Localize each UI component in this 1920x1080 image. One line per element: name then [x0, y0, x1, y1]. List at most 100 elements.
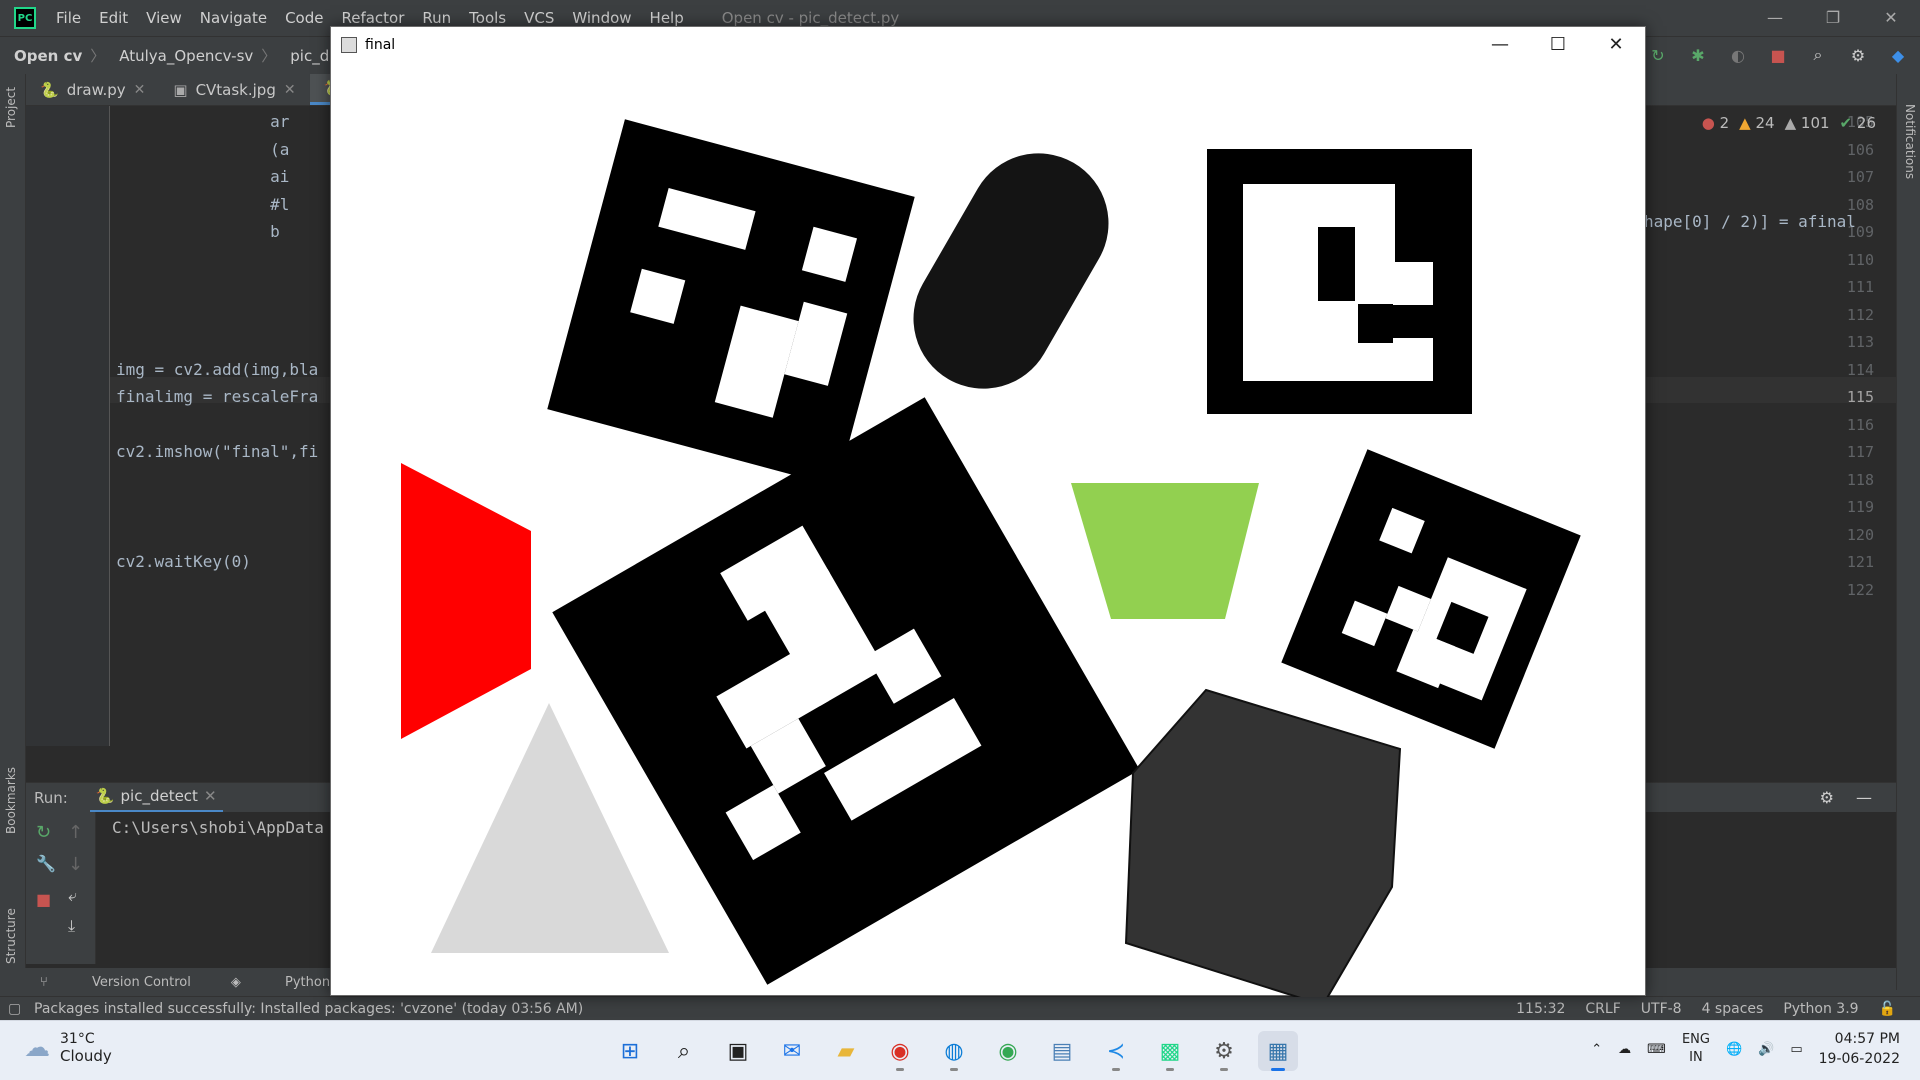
- code-line[interactable]: cv2.imshow("final",fi: [116, 442, 318, 461]
- scroll-to-end-icon[interactable]: ⤓: [68, 916, 75, 936]
- minimize-icon[interactable]: —: [1746, 0, 1804, 36]
- tab-draw-py[interactable]: 🐍 draw.py ✕: [26, 74, 159, 105]
- code-line[interactable]: b: [116, 222, 280, 241]
- rerun-icon[interactable]: ↻: [1646, 43, 1670, 67]
- chevron-up-icon[interactable]: ⌃: [1591, 1042, 1602, 1057]
- onedrive-icon[interactable]: ☁: [1618, 1042, 1631, 1057]
- task-view-icon[interactable]: ▣: [718, 1031, 758, 1071]
- settings-icon[interactable]: ⚙: [1204, 1031, 1244, 1071]
- line-number: 113: [1846, 333, 1874, 351]
- code-line[interactable]: ai: [116, 167, 289, 186]
- close-icon[interactable]: ✕: [1862, 0, 1920, 36]
- breadcrumb-folder[interactable]: Atulya_Opencv-sv: [119, 47, 253, 65]
- window-title: Open cv - pic_detect.py: [721, 9, 900, 27]
- menu-edit[interactable]: Edit: [99, 9, 128, 27]
- gear-icon[interactable]: ⚙: [1846, 43, 1870, 67]
- minimize-icon[interactable]: —: [1471, 27, 1529, 63]
- menu-window[interactable]: Window: [572, 9, 631, 27]
- inspection-widget[interactable]: ● 2 ▲ 24 ▲ 101 ✔ 26: [1702, 114, 1876, 132]
- aruco-marker-top-right: [1207, 149, 1472, 414]
- pycharm-logo-icon[interactable]: PC: [14, 7, 36, 29]
- opencv-window[interactable]: final — ☐ ✕: [330, 26, 1646, 997]
- language-indicator[interactable]: ENG IN: [1682, 1031, 1710, 1067]
- notifications-tool-button[interactable]: Notifications: [1903, 104, 1917, 179]
- version-control-button[interactable]: ⑂ Version Control: [40, 975, 191, 990]
- pycharm-icon[interactable]: ▩: [1150, 1031, 1190, 1071]
- status-message[interactable]: Packages installed successfully: Install…: [34, 1001, 583, 1017]
- tab-label: CVtask.jpg: [195, 80, 276, 99]
- debug-icon[interactable]: ✱: [1686, 43, 1710, 67]
- menu-refactor[interactable]: Refactor: [341, 9, 404, 27]
- weather-widget[interactable]: ☁ 31°C Cloudy: [24, 1031, 112, 1065]
- arrow-down-icon[interactable]: ↓: [68, 854, 83, 875]
- menu-view[interactable]: View: [146, 9, 182, 27]
- line-number: 119: [1846, 498, 1874, 516]
- edge-icon[interactable]: ◍: [934, 1031, 974, 1071]
- vscode-icon[interactable]: ≺: [1096, 1031, 1136, 1071]
- bookmarks-tool-button[interactable]: Bookmarks: [4, 767, 18, 834]
- close-tab-icon[interactable]: ✕: [204, 787, 217, 805]
- mail-icon[interactable]: ✉: [772, 1031, 812, 1071]
- file-explorer-icon[interactable]: ▰: [826, 1031, 866, 1071]
- start-icon[interactable]: ⊞: [610, 1031, 650, 1071]
- volume-icon[interactable]: 🔊: [1758, 1042, 1774, 1057]
- tab-cvtask-jpg[interactable]: ▣ CVtask.jpg ✕: [159, 74, 309, 105]
- menu-file[interactable]: File: [56, 9, 81, 27]
- project-tool-button[interactable]: Project: [4, 87, 18, 128]
- menu-run[interactable]: Run: [422, 9, 451, 27]
- interpreter[interactable]: Python 3.9: [1783, 1001, 1858, 1017]
- jetbrains-icon[interactable]: ◆: [1886, 43, 1910, 67]
- maximize-icon[interactable]: ☐: [1529, 27, 1587, 63]
- close-tab-icon[interactable]: ✕: [134, 82, 146, 98]
- code-line[interactable]: ar: [116, 112, 289, 131]
- network-icon[interactable]: 🌐: [1726, 1042, 1742, 1057]
- menu-vcs[interactable]: VCS: [524, 9, 554, 27]
- green-trapezoid: [1071, 483, 1259, 619]
- rerun-icon[interactable]: ↻: [36, 822, 51, 843]
- close-icon[interactable]: ✕: [1587, 27, 1645, 63]
- search-icon[interactable]: ⌕: [664, 1031, 704, 1071]
- restore-icon[interactable]: ❐: [1804, 0, 1862, 36]
- error-count: ● 2: [1701, 114, 1730, 132]
- layout-icon[interactable]: ▢: [8, 1001, 21, 1017]
- code-line[interactable]: #l: [116, 195, 289, 214]
- menu-code[interactable]: Code: [285, 9, 323, 27]
- chrome-profile-icon[interactable]: ◉: [880, 1031, 920, 1071]
- soft-wrap-icon[interactable]: ⤶: [68, 886, 77, 906]
- wrench-icon[interactable]: 🔧: [36, 854, 56, 873]
- tab-label: draw.py: [66, 80, 126, 99]
- caret-position[interactable]: 115:32: [1516, 1001, 1565, 1017]
- python-window-icon[interactable]: ▦: [1258, 1031, 1298, 1071]
- code-line[interactable]: finalimg = rescaleFra: [116, 387, 318, 406]
- run-tab-pic-detect[interactable]: 🐍 pic_detect ✕: [89, 783, 223, 813]
- search-icon[interactable]: ⌕: [1806, 43, 1830, 67]
- file-encoding[interactable]: UTF-8: [1641, 1001, 1682, 1017]
- status-bar: ▢ Packages installed successfully: Insta…: [0, 996, 1920, 1020]
- menu-tools[interactable]: Tools: [469, 9, 506, 27]
- menu-help[interactable]: Help: [650, 9, 684, 27]
- structure-tool-button[interactable]: Structure: [4, 908, 18, 964]
- hide-panel-icon[interactable]: —: [1856, 788, 1872, 807]
- gear-icon[interactable]: ⚙: [1820, 788, 1834, 807]
- code-line[interactable]: img = cv2.add(img,bla: [116, 360, 318, 379]
- stop-icon[interactable]: ■: [1766, 43, 1790, 67]
- coverage-icon[interactable]: ◐: [1726, 43, 1750, 67]
- battery-icon[interactable]: ▭: [1790, 1042, 1802, 1057]
- python-file-icon: 🐍: [40, 80, 59, 99]
- lock-icon[interactable]: 🔓: [1879, 1001, 1896, 1017]
- indent-setting[interactable]: 4 spaces: [1702, 1001, 1764, 1017]
- stop-icon[interactable]: ■: [36, 890, 51, 909]
- photos-icon[interactable]: ▤: [1042, 1031, 1082, 1071]
- clock[interactable]: 04:57 PM 19-06-2022: [1819, 1029, 1900, 1069]
- code-line[interactable]: (a: [116, 140, 289, 159]
- opencv-titlebar[interactable]: final — ☐ ✕: [331, 27, 1645, 63]
- code-line[interactable]: cv2.waitKey(0): [116, 552, 251, 571]
- close-tab-icon[interactable]: ✕: [284, 82, 296, 98]
- chrome-icon[interactable]: ◉: [988, 1031, 1028, 1071]
- chevron-right-icon: 〉: [90, 47, 106, 65]
- keyboard-icon[interactable]: ⌨: [1647, 1042, 1666, 1057]
- menu-navigate[interactable]: Navigate: [200, 9, 267, 27]
- breadcrumb-project[interactable]: Open cv: [14, 47, 82, 65]
- arrow-up-icon[interactable]: ↑: [68, 822, 83, 843]
- line-separator[interactable]: CRLF: [1585, 1001, 1620, 1017]
